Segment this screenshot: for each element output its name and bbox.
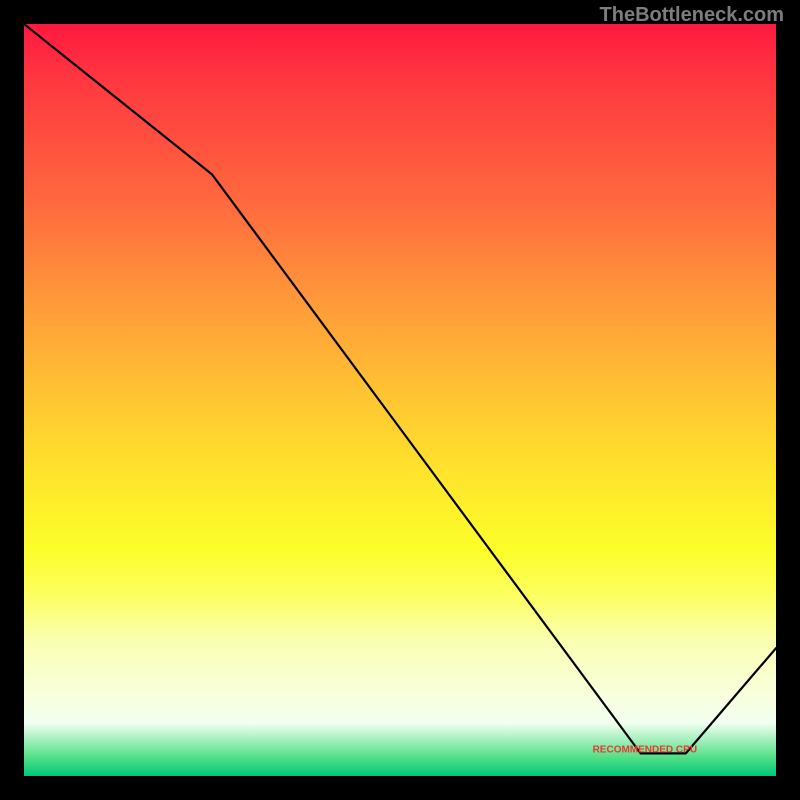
bottleneck-curve xyxy=(24,24,776,753)
recommended-cpu-label: RECOMMENDED CPU xyxy=(593,744,697,755)
chart-root: TheBottleneck.com RECOMMENDED CPU xyxy=(0,0,800,800)
plot-area: RECOMMENDED CPU xyxy=(22,22,778,778)
line-series xyxy=(24,24,776,776)
